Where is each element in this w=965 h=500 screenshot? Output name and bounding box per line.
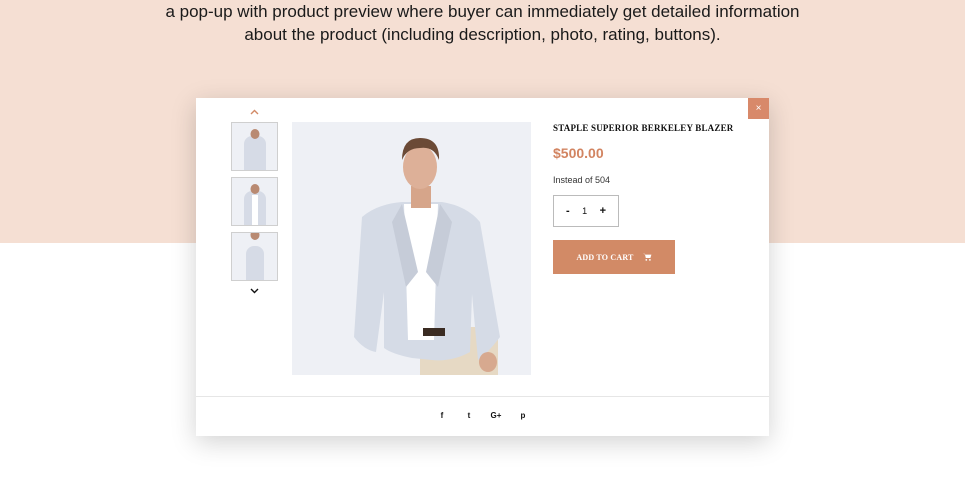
thumbnail-side[interactable]: [231, 232, 278, 281]
social-share-bar: f t G+ p: [196, 409, 769, 423]
intro-text: a pop-up with product preview where buye…: [0, 0, 965, 46]
facebook-icon[interactable]: f: [436, 409, 448, 423]
cart-icon: [642, 253, 651, 261]
product-price: $500.00: [553, 145, 604, 161]
add-to-cart-label: ADD TO CART: [576, 252, 634, 262]
thumbnail-list: [231, 122, 278, 287]
quantity-decrease-button[interactable]: -: [566, 205, 570, 217]
product-image: [292, 122, 531, 375]
intro-line-1: a pop-up with product preview where buye…: [165, 2, 800, 21]
original-price-note: Instead of 504: [553, 175, 611, 185]
product-title: STAPLE SUPERIOR BERKELEY BLAZER: [553, 123, 734, 133]
twitter-icon[interactable]: t: [463, 409, 475, 423]
pinterest-icon[interactable]: p: [517, 409, 529, 423]
footer-divider: [196, 396, 769, 397]
thumb-prev-button[interactable]: [231, 105, 278, 119]
quantity-increase-button[interactable]: +: [600, 205, 606, 217]
thumbnail-front[interactable]: [231, 177, 278, 226]
quantity-value[interactable]: 1: [582, 206, 587, 216]
quantity-stepper: - 1 +: [553, 195, 619, 227]
page: a pop-up with product preview where buye…: [0, 0, 965, 500]
chevron-up-icon: [250, 109, 259, 115]
quick-view-modal: × STAPLE SUPERIOR BERKELEY BLAZER $500.0…: [196, 98, 769, 436]
intro-line-2: about the product (including description…: [244, 25, 721, 44]
add-to-cart-button[interactable]: ADD TO CART: [553, 240, 675, 274]
thumb-next-button[interactable]: [231, 284, 278, 298]
google-plus-icon[interactable]: G+: [490, 409, 502, 423]
thumbnail-back[interactable]: [231, 122, 278, 171]
chevron-down-icon: [250, 288, 259, 294]
product-photo-illustration: [292, 122, 531, 375]
close-button[interactable]: ×: [748, 98, 769, 119]
